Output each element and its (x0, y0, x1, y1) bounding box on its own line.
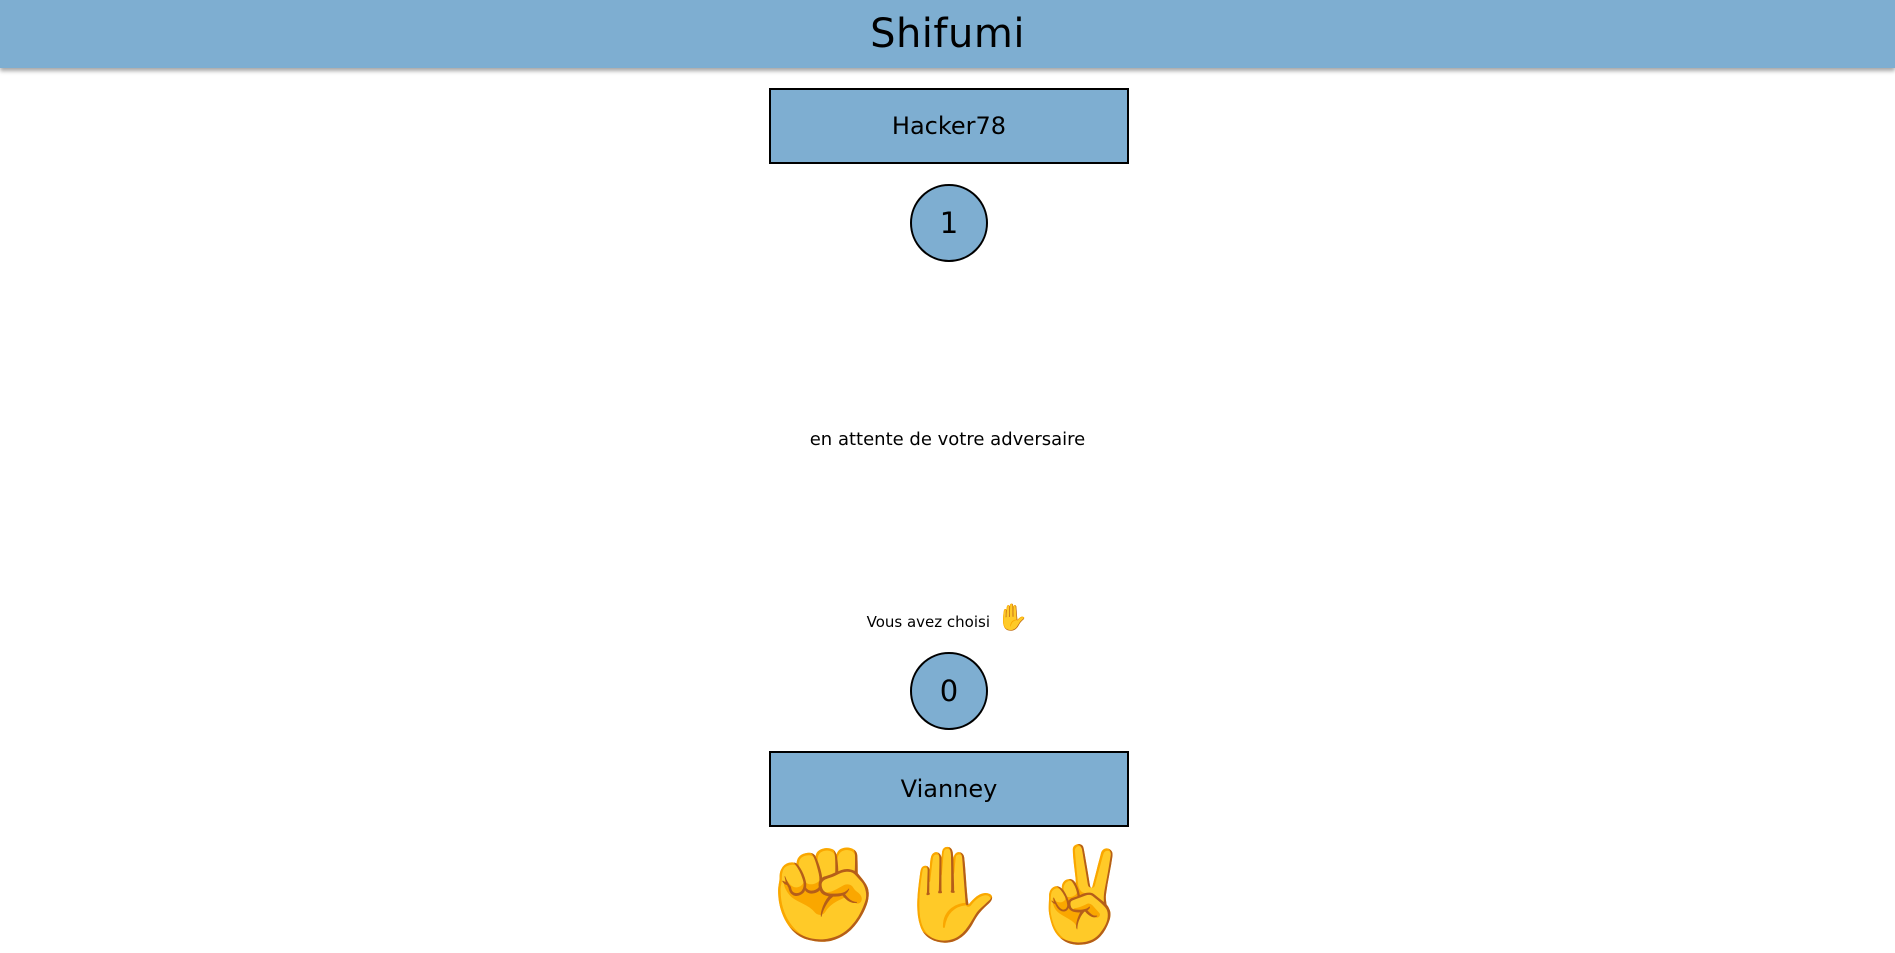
chosen-paper-icon: ✋ (996, 603, 1029, 633)
chosen-label: Vous avez choisi (866, 613, 990, 631)
scissors-button[interactable]: ✌️ (1024, 845, 1139, 945)
opponent-score: 1 (910, 184, 988, 262)
app-title: Shifumi (870, 11, 1025, 57)
app-header: Shifumi (0, 0, 1895, 68)
player-choice-summary: Vous avez choisi ✋ (0, 605, 1895, 631)
rock-button[interactable]: ✊ (766, 845, 881, 945)
choice-buttons: ✊ ✋ ✌️ (760, 845, 1140, 945)
waiting-message: en attente de votre adversaire (809, 429, 1086, 450)
paper-button[interactable]: ✋ (893, 845, 1008, 945)
player-name-box: Vianney (769, 751, 1129, 827)
opponent-name-box: Hacker78 (769, 88, 1129, 164)
player-score: 0 (910, 652, 988, 730)
